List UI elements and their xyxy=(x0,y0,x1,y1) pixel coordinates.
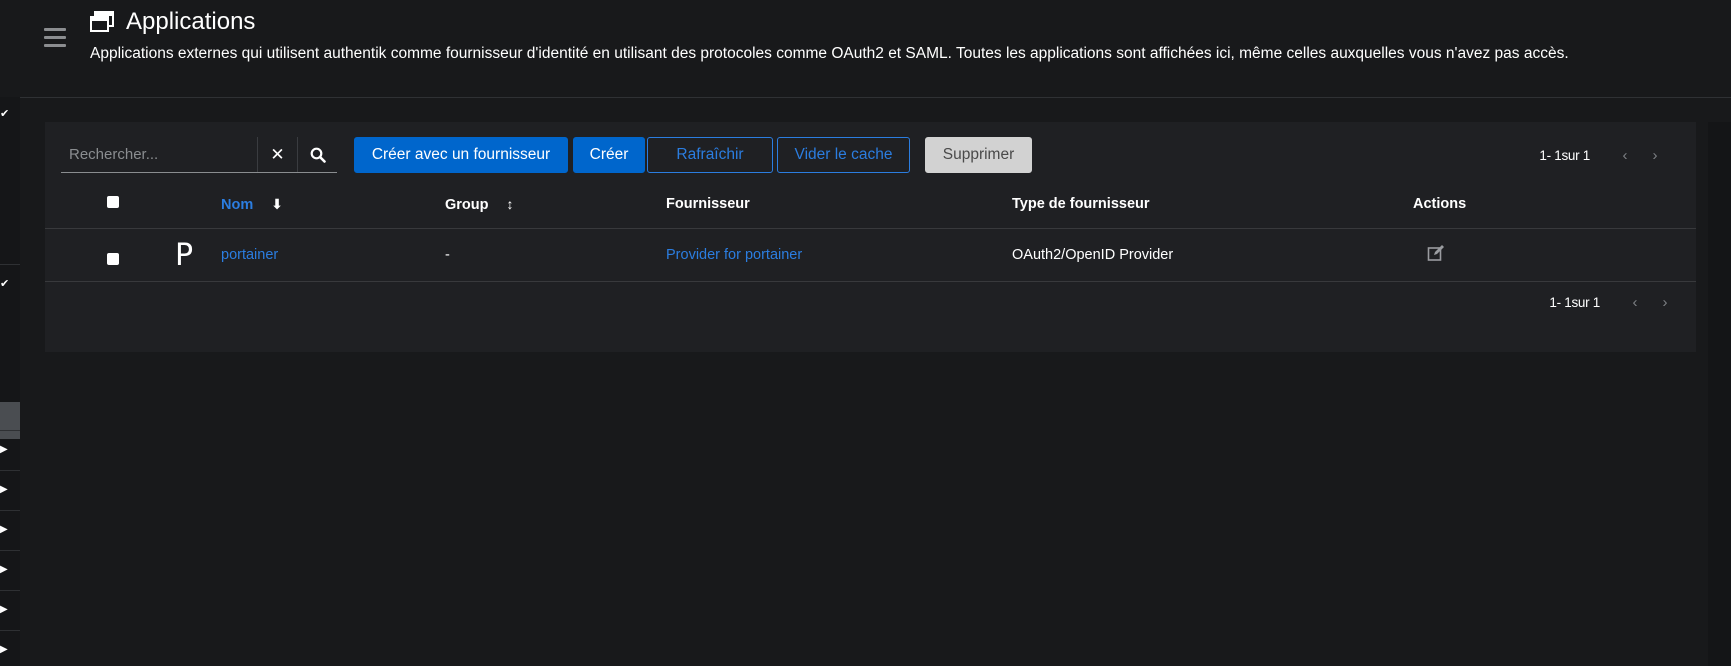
table-header-row: Nom ⬇ Group ↕ Fournisseur Type de fourni… xyxy=(45,180,1696,229)
name-cell: portainer xyxy=(221,228,445,282)
hamburger-menu-icon[interactable] xyxy=(44,28,66,48)
sidebar-divider xyxy=(0,630,20,631)
search-button[interactable] xyxy=(297,137,337,172)
sidebar-divider xyxy=(0,590,20,591)
chevron-right-icon[interactable]: ▶ xyxy=(0,484,10,496)
right-scroll-area xyxy=(1708,122,1731,666)
chevron-right-icon[interactable]: › xyxy=(1640,147,1670,164)
chevron-right-icon[interactable]: ▶ xyxy=(0,644,10,656)
column-label-name: Nom xyxy=(221,196,254,213)
sidebar-divider xyxy=(0,264,20,265)
search-icon xyxy=(310,147,326,163)
create-with-provider-button[interactable]: Créer avec un fournisseur xyxy=(354,137,568,173)
table-row: P portainer - Provider for portainer OAu… xyxy=(45,228,1696,282)
applications-panel: ✕ Créer avec un fournisseur Créer Rafraî… xyxy=(45,122,1696,352)
chevron-right-icon[interactable]: ▶ xyxy=(0,524,10,536)
pagination-bottom: 1- 1sur 1 ‹ › xyxy=(1549,284,1680,320)
sidebar-divider xyxy=(0,550,20,551)
provider-cell: Provider for portainer xyxy=(666,228,1012,282)
refresh-button[interactable]: Rafraîchir xyxy=(647,137,773,173)
create-button[interactable]: Créer xyxy=(573,137,645,173)
column-header-provider: Fournisseur xyxy=(666,180,1012,229)
column-label-provider-type: Type de fournisseur xyxy=(1012,196,1150,212)
sidebar-divider xyxy=(0,470,20,471)
pagination-text: 1- 1sur 1 xyxy=(1549,294,1600,310)
chevron-right-icon[interactable]: › xyxy=(1650,294,1680,311)
group-cell: - xyxy=(445,228,666,282)
chevron-right-icon[interactable]: ▶ xyxy=(0,564,10,576)
check-icon: ✔ xyxy=(0,278,10,290)
select-all-checkbox[interactable] xyxy=(107,196,119,208)
search-box: ✕ xyxy=(61,137,337,173)
applications-table: Nom ⬇ Group ↕ Fournisseur Type de fourni… xyxy=(45,180,1696,282)
app-avatar: P xyxy=(175,237,194,273)
chevron-left-icon[interactable]: ‹ xyxy=(1610,147,1640,164)
chevron-right-icon[interactable]: ▶ xyxy=(0,604,10,616)
search-input[interactable] xyxy=(61,137,257,172)
provider-type-cell: OAuth2/OpenID Provider xyxy=(1012,228,1413,282)
provider-link[interactable]: Provider for portainer xyxy=(666,247,802,263)
header-divider xyxy=(20,97,1731,98)
check-icon: ✔ xyxy=(0,108,10,120)
delete-button[interactable]: Supprimer xyxy=(925,137,1032,173)
chevron-right-icon[interactable]: ▶ xyxy=(0,444,10,456)
column-label-group: Group xyxy=(445,196,489,213)
app-name-link[interactable]: portainer xyxy=(221,247,278,263)
sidebar-divider xyxy=(0,430,20,431)
column-header-actions: Actions xyxy=(1413,180,1696,229)
column-header-group[interactable]: Group ↕ xyxy=(445,180,666,229)
pagination-top: 1- 1sur 1 ‹ › xyxy=(1539,137,1670,173)
clear-cache-button[interactable]: Vider le cache xyxy=(777,137,910,173)
sort-both-icon: ↕ xyxy=(506,195,514,212)
clear-search-button[interactable]: ✕ xyxy=(257,137,297,172)
page-title: Applications xyxy=(126,8,256,35)
application-window-icon xyxy=(90,11,114,32)
sidebar-collapsed: ✔ ✔ ▶ ▶ ▶ ▶ ▶ ▶ xyxy=(0,97,20,666)
chevron-left-icon[interactable]: ‹ xyxy=(1620,294,1650,311)
sidebar-divider xyxy=(0,510,20,511)
row-checkbox[interactable] xyxy=(107,252,119,265)
sort-down-icon: ⬇ xyxy=(271,195,283,212)
column-header-name[interactable]: Nom ⬇ xyxy=(221,180,445,229)
select-all-cell xyxy=(45,180,221,229)
sidebar-item-active[interactable] xyxy=(0,402,20,439)
column-header-provider-type: Type de fournisseur xyxy=(1012,180,1413,229)
edit-icon[interactable] xyxy=(1427,244,1445,262)
toolbar: ✕ Créer avec un fournisseur Créer Rafraî… xyxy=(61,137,1680,173)
column-label-actions: Actions xyxy=(1413,196,1467,212)
pagination-text: 1- 1sur 1 xyxy=(1539,147,1590,163)
row-select-cell: P xyxy=(45,228,221,282)
actions-cell xyxy=(1413,228,1696,282)
close-icon: ✕ xyxy=(270,144,285,164)
column-label-provider: Fournisseur xyxy=(666,196,750,212)
page-description: Applications externes qui utilisent auth… xyxy=(90,45,1569,62)
page-header: Applications Applications externes qui u… xyxy=(90,8,1710,63)
